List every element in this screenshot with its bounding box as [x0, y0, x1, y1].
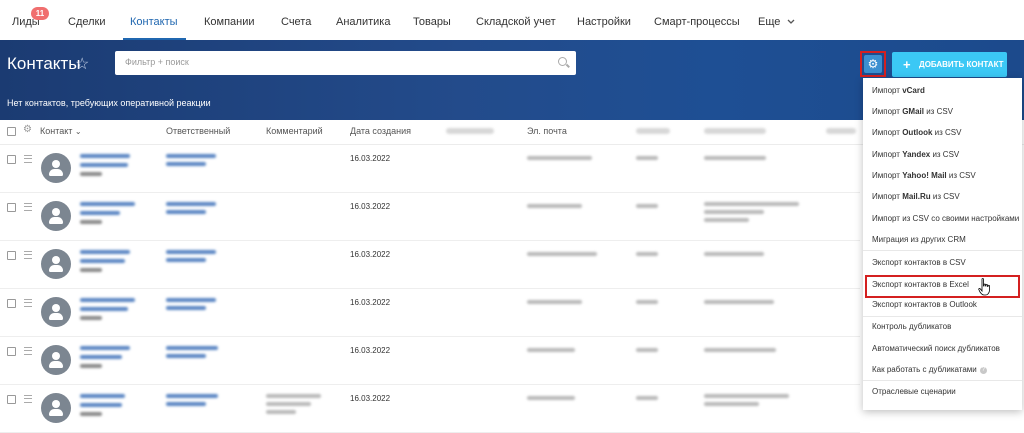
nav-item-invoices[interactable]: Счета [281, 0, 311, 40]
menu-lines-icon[interactable] [24, 347, 32, 355]
menu-item-import-outlook[interactable]: Импорт Outlook из CSV [872, 128, 961, 137]
gear-icon[interactable]: ⚙ [23, 124, 32, 135]
nav-item-settings[interactable]: Настройки [577, 0, 631, 40]
row-checkbox[interactable] [7, 299, 16, 308]
chevron-down-icon [787, 19, 795, 24]
column-blurred[interactable] [636, 128, 670, 134]
menu-item-import-vcard[interactable]: Импорт vCard [872, 86, 925, 95]
column-blurred[interactable] [826, 128, 856, 134]
top-navigation: Лиды 11 Сделки Контакты Компании Счета А… [0, 0, 1024, 41]
row-checkbox[interactable] [7, 395, 16, 404]
created-date: 16.03.2022 [350, 154, 391, 163]
star-icon[interactable]: ☆ [75, 54, 89, 74]
menu-item-duplicates-help[interactable]: Как работать с дубликатами? [872, 365, 987, 374]
filter-placeholder: Фильтр + поиск [125, 57, 189, 67]
nav-item-contacts[interactable]: Контакты [130, 0, 178, 40]
menu-separator [863, 250, 1022, 251]
column-email[interactable]: Эл. почта [527, 126, 567, 136]
created-date: 16.03.2022 [350, 394, 391, 403]
column-created[interactable]: Дата создания [350, 126, 411, 136]
table-row[interactable]: 16.03.2022 [0, 385, 860, 433]
menu-item-export-csv[interactable]: Экспорт контактов в CSV [872, 258, 966, 267]
menu-lines-icon[interactable] [24, 395, 32, 403]
row-checkbox[interactable] [7, 347, 16, 356]
select-all-checkbox[interactable] [7, 127, 16, 136]
created-date: 16.03.2022 [350, 250, 391, 259]
user-avatar-icon [41, 345, 71, 375]
nav-item-deals[interactable]: Сделки [68, 0, 106, 40]
menu-lines-icon[interactable] [24, 155, 32, 163]
column-blurred[interactable] [446, 128, 494, 134]
user-avatar-icon [41, 297, 71, 327]
search-icon[interactable] [558, 57, 567, 66]
menu-item-industry-scenarios[interactable]: Отраслевые сценарии [872, 387, 956, 396]
nav-item-analytics[interactable]: Аналитика [336, 0, 390, 40]
table-row[interactable]: 16.03.2022 [0, 337, 860, 385]
plus-icon: + [903, 57, 911, 72]
menu-lines-icon[interactable] [24, 203, 32, 211]
row-checkbox[interactable] [7, 251, 16, 260]
column-contact[interactable]: Контакт ⌄ [40, 126, 82, 136]
table-row[interactable]: 16.03.2022 [0, 289, 860, 337]
table-row[interactable]: 16.03.2022 [0, 193, 860, 241]
user-avatar-icon [41, 153, 71, 183]
settings-dropdown-menu: Импорт vCard Импорт GMail из CSV Импорт … [863, 78, 1022, 410]
menu-item-migration[interactable]: Миграция из других CRM [872, 235, 966, 244]
menu-item-import-yahoo[interactable]: Импорт Yahoo! Mail из CSV [872, 171, 976, 180]
menu-item-import-csv-custom[interactable]: Импорт из CSV со своими настройками [872, 214, 1019, 223]
table-row[interactable]: 16.03.2022 [0, 241, 860, 289]
column-blurred[interactable] [704, 128, 766, 134]
nav-item-leads[interactable]: Лиды [12, 0, 40, 40]
gear-icon[interactable]: ⚙ [864, 55, 882, 73]
user-avatar-icon [41, 201, 71, 231]
chevron-down-icon: ⌄ [74, 127, 82, 136]
menu-item-import-yandex[interactable]: Импорт Yandex из CSV [872, 150, 959, 159]
nav-item-warehouse[interactable]: Складской учет [476, 0, 556, 40]
created-date: 16.03.2022 [350, 346, 391, 355]
settings-highlight-frame: ⚙ [860, 51, 886, 77]
nav-item-smart-processes[interactable]: Смарт-процессы [654, 0, 740, 40]
nav-item-products[interactable]: Товары [413, 0, 451, 40]
menu-item-auto-duplicate-search[interactable]: Автоматический поиск дубликатов [872, 344, 1000, 353]
menu-lines-icon[interactable] [24, 299, 32, 307]
menu-item-import-mailru[interactable]: Импорт Mail.Ru из CSV [872, 192, 960, 201]
row-checkbox[interactable] [7, 155, 16, 164]
nav-item-more[interactable]: Еще [758, 0, 795, 40]
user-avatar-icon [41, 249, 71, 279]
add-contact-button[interactable]: + ДОБАВИТЬ КОНТАКТ [892, 52, 1007, 77]
column-responsible[interactable]: Ответственный [166, 126, 230, 136]
question-icon[interactable]: ? [979, 367, 987, 374]
created-date: 16.03.2022 [350, 298, 391, 307]
menu-separator [863, 380, 1022, 381]
column-comment[interactable]: Комментарий [266, 126, 323, 136]
menu-item-export-outlook[interactable]: Экспорт контактов в Outlook [872, 300, 977, 309]
search-filter-input[interactable]: Фильтр + поиск [115, 51, 576, 75]
hand-pointer-icon [978, 278, 990, 296]
page-title: Контакты [7, 54, 81, 73]
menu-lines-icon[interactable] [24, 251, 32, 259]
created-date: 16.03.2022 [350, 202, 391, 211]
user-avatar-icon [41, 393, 71, 423]
no-urgent-contacts-text: Нет контактов, требующих оперативной реа… [7, 98, 211, 108]
leads-count-badge: 11 [31, 7, 49, 20]
menu-separator [863, 316, 1022, 317]
table-row[interactable]: 16.03.2022 [0, 145, 860, 193]
menu-item-export-excel[interactable]: Экспорт контактов в Excel [872, 280, 969, 289]
menu-item-duplicate-control[interactable]: Контроль дубликатов [872, 322, 951, 331]
menu-item-import-gmail[interactable]: Импорт GMail из CSV [872, 107, 953, 116]
row-checkbox[interactable] [7, 203, 16, 212]
nav-item-companies[interactable]: Компании [204, 0, 255, 40]
